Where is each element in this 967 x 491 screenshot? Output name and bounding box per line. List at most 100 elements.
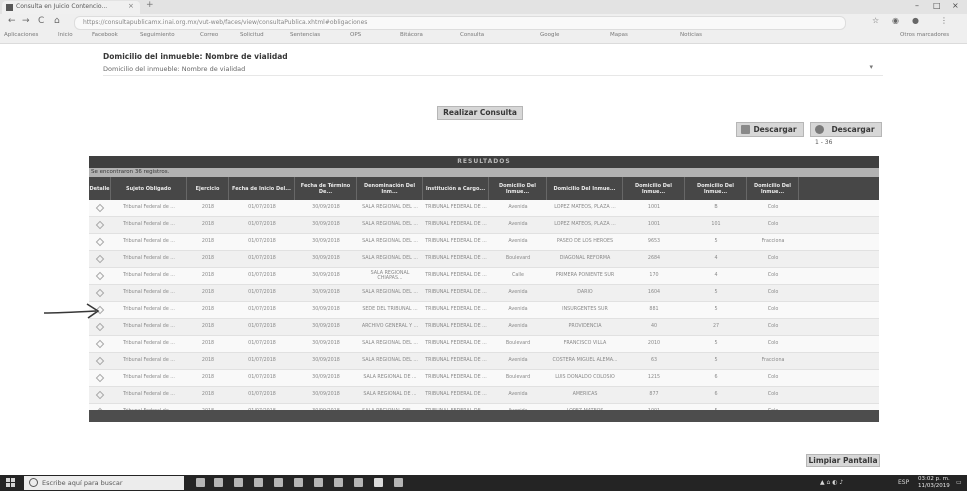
detail-icon[interactable]: [95, 339, 105, 349]
detail-cell[interactable]: [89, 217, 111, 233]
home-icon[interactable]: ⌂: [54, 16, 60, 26]
bookmark-item[interactable]: Google: [540, 32, 559, 38]
detail-icon[interactable]: [95, 203, 105, 213]
detail-icon[interactable]: [95, 356, 105, 366]
column-header[interactable]: Domicilio Del Inmue...: [747, 177, 799, 200]
notifications-icon[interactable]: ▭: [956, 479, 962, 486]
detail-cell[interactable]: [89, 336, 111, 352]
bookmark-item[interactable]: Noticias: [680, 32, 702, 38]
column-header[interactable]: Domicilio Del Inmue...: [547, 177, 623, 200]
forward-icon[interactable]: →: [22, 16, 30, 26]
vialidad-select[interactable]: Domicilio del inmueble: Nombre de vialid…: [103, 63, 883, 76]
detail-icon[interactable]: [95, 254, 105, 264]
detail-cell[interactable]: [89, 200, 111, 216]
bookmark-item[interactable]: Correo: [200, 32, 218, 38]
table-cell: Colo: [767, 341, 779, 347]
menu-icon[interactable]: ⋮: [940, 16, 948, 25]
column-header[interactable]: Sujeto Obligado: [111, 177, 187, 200]
file-explorer-icon[interactable]: [274, 478, 283, 487]
profile-icon[interactable]: ●: [912, 16, 919, 25]
back-icon[interactable]: ←: [8, 16, 16, 26]
store-icon[interactable]: [254, 478, 263, 487]
records-count: Se encontraron 36 registros.: [89, 168, 879, 177]
detail-icon[interactable]: [95, 390, 105, 400]
column-header[interactable]: Detalle: [89, 177, 111, 200]
tray-icons[interactable]: ▲ ⌂ ◐ ♪: [820, 479, 843, 486]
column-header[interactable]: Institución a Cargo...: [423, 177, 489, 200]
bookmark-item[interactable]: Aplicaciones: [4, 32, 38, 38]
column-header[interactable]: Denominación Del Inm...: [357, 177, 423, 200]
detail-icon[interactable]: [95, 373, 105, 383]
detail-cell[interactable]: [89, 251, 111, 267]
calculator-icon[interactable]: [294, 478, 303, 487]
bookmark-item[interactable]: Sentencias: [290, 32, 320, 38]
taskbar-search-input[interactable]: Escribe aquí para buscar: [24, 476, 184, 490]
detail-icon[interactable]: [95, 271, 105, 281]
detail-cell[interactable]: [89, 387, 111, 403]
bookmark-item[interactable]: Inicio: [58, 32, 73, 38]
close-window-button[interactable]: ×: [952, 1, 959, 10]
browser-tab[interactable]: Consulta en Juicio Contencio... ×: [2, 1, 140, 14]
detail-icon[interactable]: [95, 237, 105, 247]
task-view-icon[interactable]: [214, 478, 223, 487]
taskbar-clock[interactable]: 03:02 p. m. 11/03/2019: [918, 476, 950, 490]
tab-title: Consulta en Juicio Contencio...: [16, 3, 108, 10]
windows-start-icon[interactable]: [6, 478, 16, 488]
table-cell: TRIBUNAL FEDERAL DE ...: [425, 222, 487, 228]
bookmark-item[interactable]: Mapas: [610, 32, 628, 38]
bookmark-item[interactable]: Consulta: [460, 32, 484, 38]
detail-icon[interactable]: [95, 322, 105, 332]
url-input[interactable]: https://consultapublicamx.inai.org.mx/vu…: [74, 16, 846, 30]
new-tab-button[interactable]: +: [146, 0, 154, 10]
table-cell: TRIBUNAL FEDERAL DE ...: [425, 324, 487, 330]
mail-icon[interactable]: [334, 478, 343, 487]
detail-cell[interactable]: [89, 268, 111, 284]
edge-icon[interactable]: [234, 478, 243, 487]
column-header[interactable]: Fecha de Inicio Del...: [229, 177, 295, 200]
bookmark-item[interactable]: Seguimiento: [140, 32, 175, 38]
table-cell: 2018: [201, 341, 215, 347]
download-csv-button[interactable]: Descargar: [810, 122, 882, 137]
download-excel-button[interactable]: Descargar: [736, 122, 804, 137]
bookmark-item[interactable]: OPS: [350, 32, 361, 38]
chevron-down-icon[interactable]: ▾: [869, 63, 873, 71]
column-header[interactable]: Domicilio Del Inmue...: [623, 177, 685, 200]
table-cell: LOPEZ MATEOS, PLAZA ...: [554, 205, 616, 211]
realizar-consulta-button[interactable]: Realizar Consulta: [437, 106, 523, 120]
detail-cell[interactable]: [89, 234, 111, 250]
chrome-icon[interactable]: [354, 478, 363, 487]
bookmark-item[interactable]: Facebook: [92, 32, 118, 38]
limpiar-pantalla-button[interactable]: Limpiar Pantalla: [806, 454, 880, 467]
mic-icon[interactable]: [196, 478, 205, 487]
table-cell: 5: [714, 307, 718, 313]
table-cell: DIAGONAL REFORMA: [559, 256, 611, 262]
table-cell: 170: [649, 273, 659, 279]
app-icon[interactable]: [314, 478, 323, 487]
language-indicator[interactable]: ESP: [898, 479, 909, 486]
minimize-button[interactable]: –: [915, 1, 919, 10]
tab-close-icon[interactable]: ×: [128, 2, 134, 10]
column-header[interactable]: Ejercicio: [187, 177, 229, 200]
column-header[interactable]: Domicilio Del Inmue...: [685, 177, 747, 200]
detail-icon[interactable]: [95, 288, 105, 298]
table-cell: Avenida: [508, 290, 528, 296]
detail-cell[interactable]: [89, 370, 111, 386]
reload-icon[interactable]: C: [38, 16, 44, 26]
star-icon[interactable]: ☆: [872, 16, 879, 25]
photos-icon[interactable]: [394, 478, 403, 487]
bookmark-item[interactable]: Solicitud: [240, 32, 264, 38]
bookmark-item[interactable]: Otros marcadores: [900, 32, 949, 38]
column-header[interactable]: Fecha de Término De...: [295, 177, 357, 200]
table-cell: ARCHIVO GENERAL Y ...: [361, 324, 419, 330]
detail-cell[interactable]: [89, 353, 111, 369]
table-cell: 30/09/2018: [312, 375, 340, 381]
table-cell: Fracciona: [761, 358, 785, 364]
maximize-button[interactable]: □: [933, 1, 941, 10]
active-app-icon[interactable]: [374, 478, 383, 487]
bookmark-item[interactable]: Bitácora: [400, 32, 423, 38]
detail-icon[interactable]: [95, 220, 105, 230]
column-header[interactable]: Domicilio Del Inmue...: [489, 177, 547, 200]
extension-icon[interactable]: ◉: [892, 16, 899, 25]
table-cell: 30/09/2018: [312, 222, 340, 228]
detail-cell[interactable]: [89, 285, 111, 301]
